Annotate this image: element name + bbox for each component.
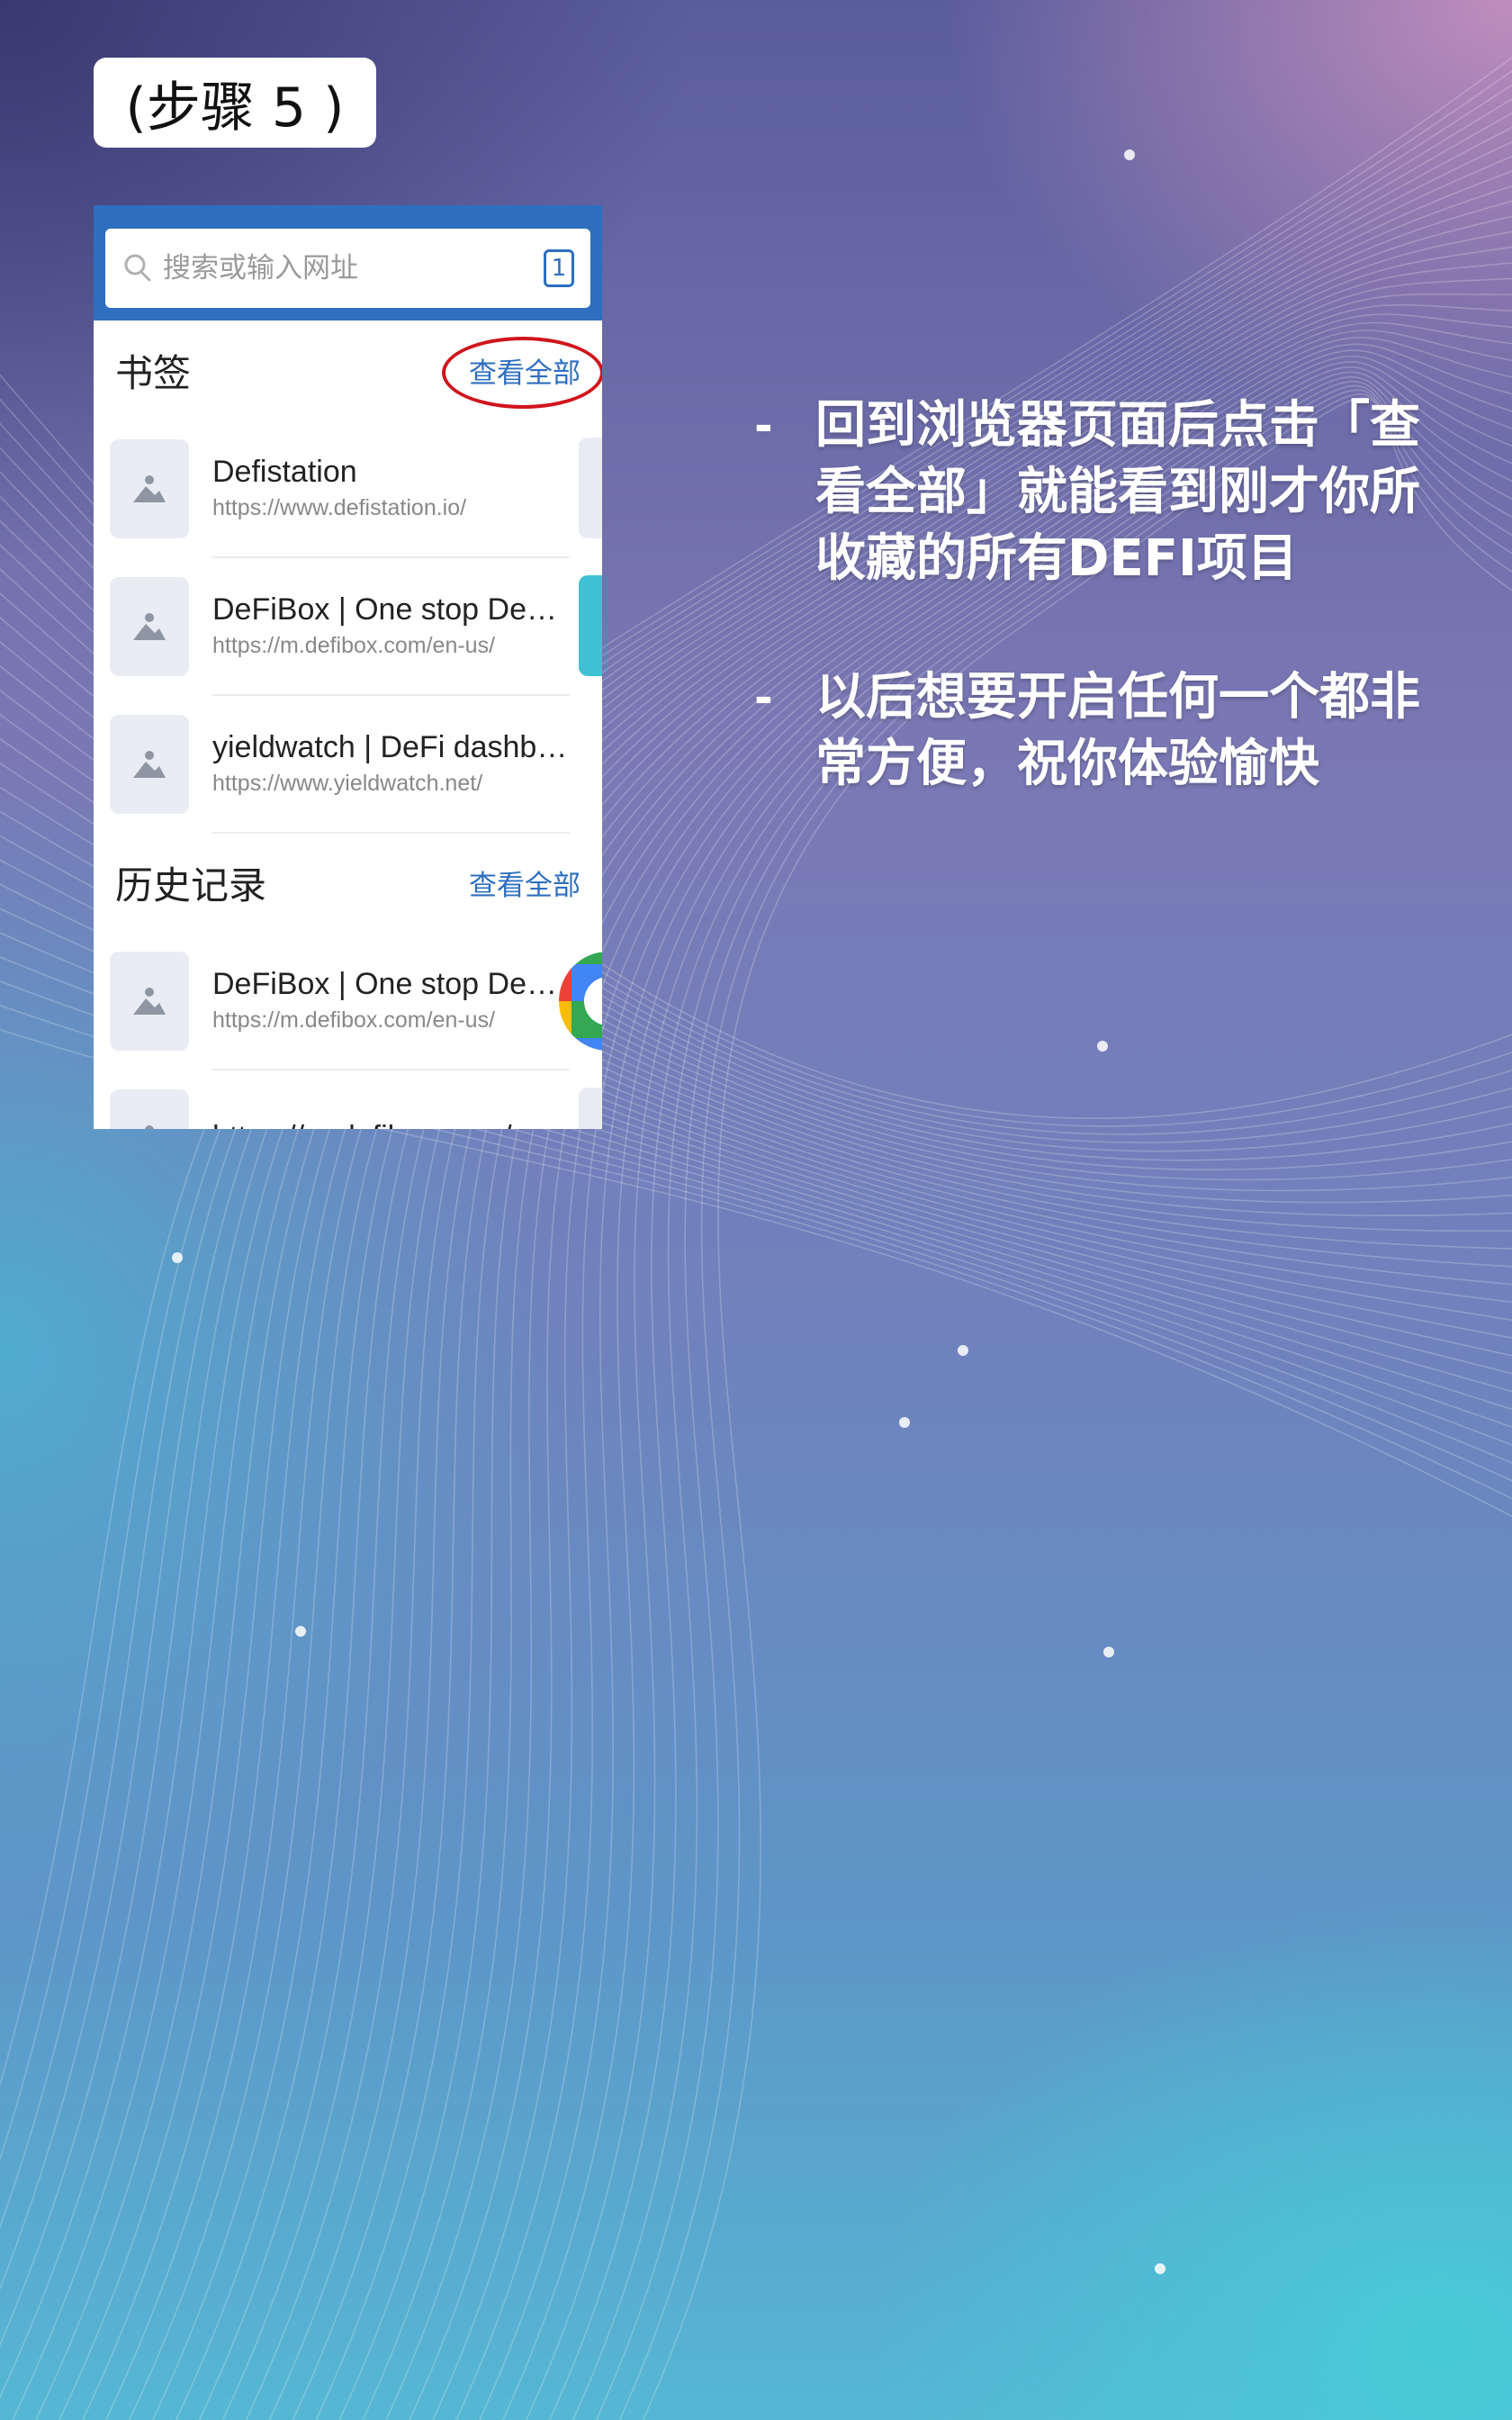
bullet-text: 以后想要开启任何一个都非常方便，祝你体验愉快	[815, 668, 1420, 793]
bookmark-title: yieldwatch | DeFi dashboard	[212, 729, 570, 764]
side-thumbnail	[579, 1088, 602, 1129]
bullet-dash: -	[754, 400, 773, 452]
history-item[interactable]: https://m.defibox.com/en-us/	[94, 1070, 602, 1129]
image-placeholder-icon	[110, 714, 189, 814]
history-title: 历史记录	[115, 862, 267, 908]
image-placeholder-icon	[110, 1088, 189, 1129]
history-header: 历史记录 查看全部	[94, 833, 602, 932]
search-bar[interactable]: 1	[105, 229, 590, 308]
bullet-text: 回到浏览器页面后点击「查看全部」就能看到刚才你所收藏的所有DEFI项目	[815, 396, 1420, 588]
history-title-text: https://m.defibox.com/en-us/	[212, 1120, 570, 1129]
bookmarks-title: 书签	[115, 350, 192, 395]
bullet-dash: -	[754, 672, 773, 724]
bookmark-title: Defistation	[212, 454, 357, 489]
side-thumbnail	[579, 438, 602, 538]
bookmark-item[interactable]: Defistation https://www.defistation.io/	[94, 420, 602, 558]
bookmarks-header: 书签 查看全部	[94, 321, 602, 420]
history-item[interactable]: DeFiBox | One stop DeFi inf... https://m…	[94, 932, 602, 1070]
browser-header: 1	[94, 205, 602, 321]
bookmark-item[interactable]: DeFiBox | One stop DeFi inf... https://m…	[94, 557, 602, 696]
image-placeholder-icon	[110, 576, 189, 676]
bookmark-title: DeFiBox | One stop DeFi inf...	[212, 591, 570, 627]
history-url: https://m.defibox.com/en-us/	[212, 1007, 496, 1033]
bullet-item: - 回到浏览器页面后点击「查看全部」就能看到刚才你所收藏的所有DEFI项目	[754, 393, 1474, 592]
bookmark-url: https://www.yieldwatch.net/	[212, 770, 483, 796]
image-placeholder-icon	[110, 951, 189, 1051]
tab-count-button[interactable]: 1	[544, 249, 574, 287]
bookmark-url: https://www.defistation.io/	[212, 494, 467, 520]
bookmark-url: https://m.defibox.com/en-us/	[212, 632, 496, 658]
browser-screenshot: 1 书签 查看全部 Defistation https://www.defist…	[94, 205, 602, 1129]
instruction-bullets: - 回到浏览器页面后点击「查看全部」就能看到刚才你所收藏的所有DEFI项目 - …	[754, 393, 1474, 870]
bookmarks-view-all-link[interactable]: 查看全部	[469, 350, 580, 391]
step-label: (步骤 5 )	[94, 58, 376, 148]
history-view-all-link[interactable]: 查看全部	[469, 862, 580, 903]
pancake-thumbnail	[579, 575, 602, 676]
history-title-text: DeFiBox | One stop DeFi inf...	[212, 966, 570, 1001]
bullet-item: - 以后想要开启任何一个都非常方便，祝你体验愉快	[754, 664, 1474, 798]
search-icon	[122, 252, 154, 284]
search-input[interactable]	[161, 251, 544, 285]
bookmark-item[interactable]: yieldwatch | DeFi dashboard https://www.…	[94, 695, 602, 834]
image-placeholder-icon	[110, 438, 189, 538]
